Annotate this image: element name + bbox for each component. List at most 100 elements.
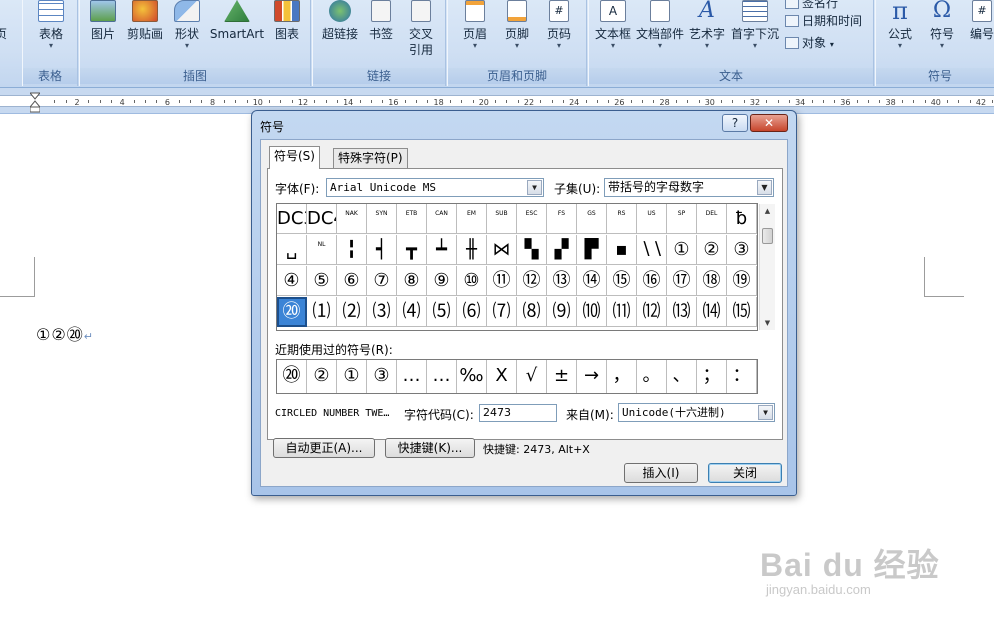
symbol-cell[interactable]: ⋈: [487, 235, 517, 265]
signature-line-button[interactable]: 签名行: [785, 0, 838, 11]
symbol-cell[interactable]: ⑩: [457, 266, 487, 296]
symbol-cell[interactable]: US: [637, 204, 667, 234]
wordart-button[interactable]: A 艺术字 ▾: [687, 0, 727, 50]
recent-symbol-cell[interactable]: ②: [307, 360, 337, 393]
symbol-cell[interactable]: ⒁: [697, 297, 727, 327]
symbol-cell[interactable]: ⑽: [577, 297, 607, 327]
symbol-cell[interactable]: ⑿: [637, 297, 667, 327]
chart-button[interactable]: 图表: [270, 0, 304, 42]
symbol-cell[interactable]: ∖∖: [637, 235, 667, 265]
symbol-cell[interactable]: ⑭: [577, 266, 607, 296]
table-button[interactable]: 表格 ▾: [33, 0, 69, 50]
symbol-cell[interactable]: ⑫: [517, 266, 547, 296]
autocorrect-button[interactable]: 自动更正(A)...: [273, 438, 375, 458]
grid-scrollbar[interactable]: ▲ ▼: [759, 204, 775, 330]
hyperlink-button[interactable]: 超链接: [317, 0, 363, 42]
symbol-cell[interactable]: ETB: [397, 204, 427, 234]
recent-symbol-cell[interactable]: ③: [367, 360, 397, 393]
symbol-cell[interactable]: ␣: [277, 235, 307, 265]
tab-symbols[interactable]: 符号(S): [269, 146, 320, 169]
quick-parts-button[interactable]: 文档部件 ▾: [635, 0, 685, 50]
document-text[interactable]: ①②⑳↵: [36, 321, 94, 345]
symbol-cell[interactable]: ⑺: [487, 297, 517, 327]
shortcut-key-button[interactable]: 快捷键(K)...: [385, 438, 475, 458]
symbol-cell[interactable]: ④: [277, 266, 307, 296]
symbol-cell[interactable]: ┷: [427, 235, 457, 265]
recent-symbol-cell[interactable]: ±: [547, 360, 577, 393]
symbol-cell[interactable]: NL: [307, 235, 337, 265]
subset-select[interactable]: 带括号的字母数字 ▼: [604, 178, 774, 197]
symbol-cell[interactable]: DC4: [307, 204, 337, 234]
symbol-cell[interactable]: ╫: [457, 235, 487, 265]
symbol-cell[interactable]: ⑤: [307, 266, 337, 296]
from-select[interactable]: Unicode(十六进制) ▼: [618, 403, 775, 422]
recent-symbol-cell[interactable]: ；: [697, 360, 727, 393]
symbol-cell[interactable]: ②: [697, 235, 727, 265]
symbol-cell[interactable]: ⑴: [307, 297, 337, 327]
symbol-button[interactable]: Ω 符号 ▾: [922, 0, 962, 50]
recent-symbol-cell[interactable]: ①: [337, 360, 367, 393]
symbol-cell[interactable]: ⑼: [547, 297, 577, 327]
symbol-cell[interactable]: SP: [667, 204, 697, 234]
symbol-cell[interactable]: ⑵: [337, 297, 367, 327]
symbol-cell[interactable]: ▞: [547, 235, 577, 265]
header-button[interactable]: 页眉 ▾: [456, 0, 494, 50]
symbol-cell[interactable]: ⑹: [457, 297, 487, 327]
recent-symbol-cell[interactable]: 。: [637, 360, 667, 393]
symbol-cell[interactable]: ESC: [517, 204, 547, 234]
recent-symbol-cell[interactable]: ：: [727, 360, 757, 393]
smartart-button[interactable]: SmartArt: [208, 0, 266, 42]
symbol-cell[interactable]: ⑷: [397, 297, 427, 327]
symbol-cell[interactable]: CAN: [427, 204, 457, 234]
cross-reference-button[interactable]: 交叉 引用: [401, 0, 441, 58]
symbol-cell[interactable]: ⑨: [427, 266, 457, 296]
symbol-cell[interactable]: ⑳: [277, 297, 307, 327]
symbol-cell[interactable]: DC3: [277, 204, 307, 234]
symbol-cell[interactable]: ⑬: [547, 266, 577, 296]
footer-button[interactable]: 页脚 ▾: [498, 0, 536, 50]
symbol-cell[interactable]: NAK: [337, 204, 367, 234]
clipart-button[interactable]: 剪贴画: [124, 0, 166, 42]
bookmark-button[interactable]: 书签: [365, 0, 397, 42]
insert-button[interactable]: 插入(I): [624, 463, 698, 483]
symbol-cell[interactable]: ⑸: [427, 297, 457, 327]
symbol-cell[interactable]: ⑾: [607, 297, 637, 327]
help-button[interactable]: ?: [722, 114, 748, 132]
symbol-cell[interactable]: ┳: [397, 235, 427, 265]
symbol-cell[interactable]: ╏: [337, 235, 367, 265]
symbol-cell[interactable]: SUB: [487, 204, 517, 234]
symbol-cell[interactable]: SYN: [367, 204, 397, 234]
object-button[interactable]: 对象 ▾: [785, 34, 834, 51]
scroll-down-icon[interactable]: ▼: [760, 316, 775, 330]
symbol-cell[interactable]: ⑥: [337, 266, 367, 296]
symbol-cell[interactable]: ③: [727, 235, 757, 265]
symbol-cell[interactable]: ▚: [517, 235, 547, 265]
symbol-cell[interactable]: DEL: [697, 204, 727, 234]
symbol-cell[interactable]: ▪: [607, 235, 637, 265]
picture-button[interactable]: 图片: [86, 0, 120, 42]
symbol-cell[interactable]: ⑪: [487, 266, 517, 296]
recent-symbol-cell[interactable]: Ⅹ: [487, 360, 517, 393]
symbol-cell[interactable]: ⑮: [607, 266, 637, 296]
page-number-button[interactable]: # 页码 ▾: [540, 0, 578, 50]
textbox-button[interactable]: A 文本框 ▾: [591, 0, 635, 50]
symbol-cell[interactable]: ①: [667, 235, 697, 265]
scroll-up-icon[interactable]: ▲: [760, 204, 775, 218]
recent-symbol-cell[interactable]: ，: [607, 360, 637, 393]
recent-symbol-cell[interactable]: 、: [667, 360, 697, 393]
indent-marker-icon[interactable]: [28, 89, 42, 113]
symbol-cell[interactable]: ⑻: [517, 297, 547, 327]
symbol-cell[interactable]: ⑰: [667, 266, 697, 296]
symbol-cell[interactable]: ƀ: [727, 204, 757, 234]
font-select[interactable]: Arial Unicode MS ▼: [326, 178, 544, 197]
symbol-cell[interactable]: ⑯: [637, 266, 667, 296]
tab-special-characters[interactable]: 特殊字符(P): [333, 148, 408, 168]
dropcap-button[interactable]: 首字下沉 ▾: [729, 0, 781, 50]
symbol-cell[interactable]: ⒂: [727, 297, 757, 327]
symbol-cell[interactable]: ▛: [577, 235, 607, 265]
symbol-cell[interactable]: ⑱: [697, 266, 727, 296]
char-code-input[interactable]: 2473: [479, 404, 557, 422]
symbol-cell[interactable]: ⑶: [367, 297, 397, 327]
datetime-button[interactable]: 日期和时间: [785, 12, 862, 29]
symbol-cell[interactable]: GS: [577, 204, 607, 234]
